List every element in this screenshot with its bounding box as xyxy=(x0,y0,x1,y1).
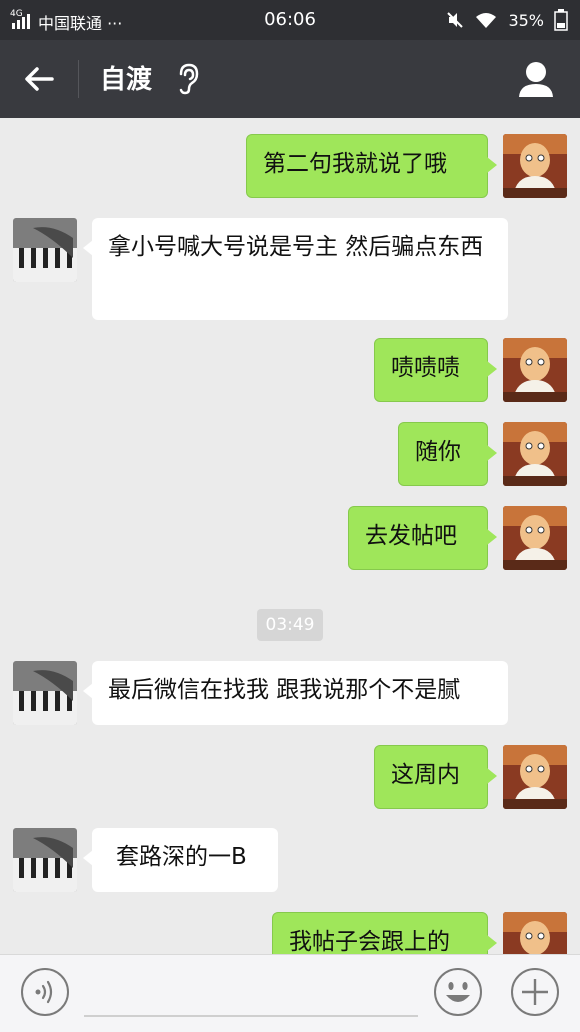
avatar-self[interactable] xyxy=(503,338,567,402)
person-icon[interactable] xyxy=(518,60,554,98)
arrow-left-icon[interactable] xyxy=(22,62,56,96)
message-row: 套路深的一B xyxy=(0,828,580,894)
mute-icon xyxy=(447,12,464,28)
message-bubble-outgoing[interactable]: 我帖子会跟上的 xyxy=(272,912,497,954)
avatar-contact[interactable] xyxy=(13,218,77,282)
status-right: 35% xyxy=(446,9,568,31)
message-timestamp: 03:49 xyxy=(257,609,323,641)
message-bubble-outgoing[interactable]: 第二句我就说了哦 xyxy=(246,134,497,198)
message-text: 拿小号喊大号说是号主 然后骗点东西 xyxy=(108,234,484,260)
message-text: 去发帖吧 xyxy=(365,523,457,549)
message-bubble-incoming[interactable]: 最后微信在找我 跟我说那个不是腻 xyxy=(83,661,508,725)
message-list[interactable]: 第二句我就说了哦 拿小号喊大号说是号主 然后骗点东西 啧啧啧 随你 去发帖吧 0… xyxy=(0,118,580,954)
plus-icon[interactable] xyxy=(510,967,560,1017)
message-bubble-outgoing[interactable]: 去发帖吧 xyxy=(348,506,497,570)
message-text: 啧啧啧 xyxy=(391,355,460,381)
wifi-icon xyxy=(476,13,497,28)
message-input[interactable] xyxy=(84,1015,418,1017)
ear-icon[interactable] xyxy=(174,62,202,96)
message-row: 我帖子会跟上的 xyxy=(0,912,580,954)
message-text: 最后微信在找我 跟我说那个不是腻 xyxy=(108,677,461,703)
chat-header: 自渡 xyxy=(0,40,580,118)
message-bubble-outgoing[interactable]: 这周内 xyxy=(374,745,497,809)
message-row: 随你 xyxy=(0,422,580,488)
message-row: 啧啧啧 xyxy=(0,338,580,404)
message-text: 套路深的一B xyxy=(116,844,247,870)
message-row: 这周内 xyxy=(0,745,580,811)
input-bar xyxy=(0,954,580,1032)
avatar-self[interactable] xyxy=(503,912,567,954)
avatar-self[interactable] xyxy=(503,134,567,198)
status-bar: 4G 中国联通 ··· 06:06 35% xyxy=(0,0,580,40)
message-bubble-outgoing[interactable]: 啧啧啧 xyxy=(374,338,497,402)
avatar-self[interactable] xyxy=(503,506,567,570)
voice-icon[interactable] xyxy=(20,967,70,1017)
battery-text: 35% xyxy=(508,10,544,30)
message-row: 拿小号喊大号说是号主 然后骗点东西 xyxy=(0,218,580,322)
message-row: 最后微信在找我 跟我说那个不是腻 xyxy=(0,661,580,727)
avatar-contact[interactable] xyxy=(13,661,77,725)
message-row: 去发帖吧 xyxy=(0,506,580,572)
chat-title: 自渡 xyxy=(100,65,153,95)
message-bubble-incoming[interactable]: 套路深的一B xyxy=(83,828,278,892)
message-bubble-incoming[interactable]: 拿小号喊大号说是号主 然后骗点东西 xyxy=(83,218,508,320)
message-text: 这周内 xyxy=(391,762,460,788)
avatar-contact[interactable] xyxy=(13,828,77,892)
message-bubble-outgoing[interactable]: 随你 xyxy=(398,422,497,486)
message-text: 随你 xyxy=(415,439,461,465)
message-text: 我帖子会跟上的 xyxy=(289,929,450,954)
avatar-self[interactable] xyxy=(503,745,567,809)
header-divider xyxy=(78,60,79,98)
avatar-self[interactable] xyxy=(503,422,567,486)
battery-icon xyxy=(554,9,568,31)
message-text: 第二句我就说了哦 xyxy=(263,151,447,177)
emoji-icon[interactable] xyxy=(433,967,483,1017)
message-row: 第二句我就说了哦 xyxy=(0,134,580,204)
